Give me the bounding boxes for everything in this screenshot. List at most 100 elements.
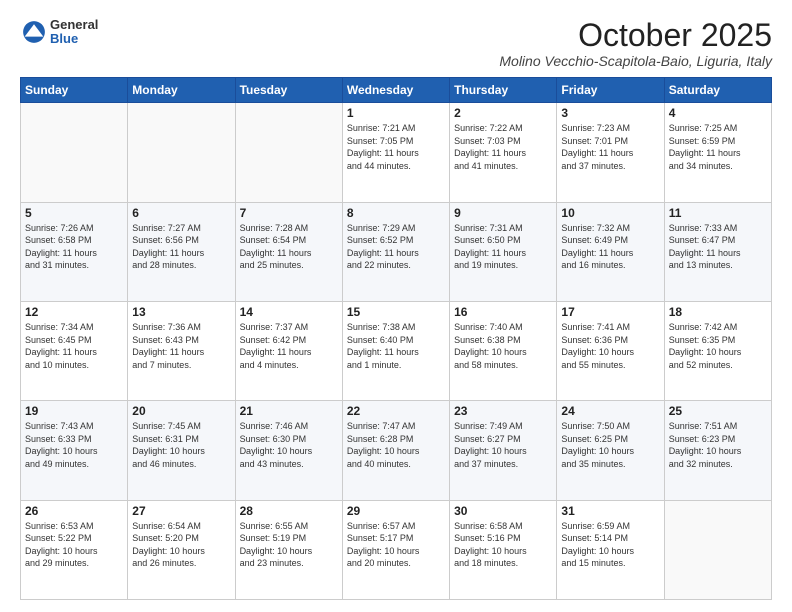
day-info: Sunrise: 7:22 AMSunset: 7:03 PMDaylight:… xyxy=(454,122,552,172)
day-info: Sunrise: 7:36 AMSunset: 6:43 PMDaylight:… xyxy=(132,321,230,371)
table-row: 25 Sunrise: 7:51 AMSunset: 6:23 PMDayligh… xyxy=(664,401,771,500)
page-header: General Blue October 2025 Molino Vecchio… xyxy=(20,18,772,69)
day-number: 17 xyxy=(561,305,659,319)
logo-general: General xyxy=(50,18,98,32)
calendar-table: Sunday Monday Tuesday Wednesday Thursday… xyxy=(20,77,772,600)
col-monday: Monday xyxy=(128,78,235,103)
title-block: October 2025 Molino Vecchio-Scapitola-Ba… xyxy=(499,18,772,69)
logo-blue: Blue xyxy=(50,32,98,46)
day-info: Sunrise: 7:47 AMSunset: 6:28 PMDaylight:… xyxy=(347,420,445,470)
table-row: 28Sunrise: 6:55 AMSunset: 5:19 PMDayligh… xyxy=(235,500,342,599)
day-number: 21 xyxy=(240,404,338,418)
table-row: 21 Sunrise: 7:46 AMSunset: 6:30 PMDayligh… xyxy=(235,401,342,500)
day-number: 3 xyxy=(561,106,659,120)
table-row xyxy=(21,103,128,202)
day-info: Sunrise: 7:27 AMSunset: 6:56 PMDaylight:… xyxy=(132,222,230,272)
table-row: 22 Sunrise: 7:47 AMSunset: 6:28 PMDayligh… xyxy=(342,401,449,500)
col-saturday: Saturday xyxy=(664,78,771,103)
calendar-page: General Blue October 2025 Molino Vecchio… xyxy=(0,0,792,612)
logo-icon xyxy=(20,18,48,46)
day-number: 25 xyxy=(669,404,767,418)
table-row: 9Sunrise: 7:31 AMSunset: 6:50 PMDaylight… xyxy=(450,202,557,301)
day-number: 13 xyxy=(132,305,230,319)
day-info: Sunrise: 7:21 AMSunset: 7:05 PMDaylight:… xyxy=(347,122,445,172)
day-info: Sunrise: 7:46 AMSunset: 6:30 PMDaylight:… xyxy=(240,420,338,470)
table-row: 26 Sunrise: 6:53 AMSunset: 5:22 PMDayligh… xyxy=(21,500,128,599)
day-number: 22 xyxy=(347,404,445,418)
table-row: 16Sunrise: 7:40 AMSunset: 6:38 PMDayligh… xyxy=(450,301,557,400)
day-info: Sunrise: 7:33 AMSunset: 6:47 PMDaylight:… xyxy=(669,222,767,272)
day-info: Sunrise: 7:51 AMSunset: 6:23 PMDaylight:… xyxy=(669,420,767,470)
month-title: October 2025 xyxy=(499,18,772,53)
day-info: Sunrise: 7:38 AMSunset: 6:40 PMDaylight:… xyxy=(347,321,445,371)
day-info: Sunrise: 7:37 AMSunset: 6:42 PMDaylight:… xyxy=(240,321,338,371)
day-number: 10 xyxy=(561,206,659,220)
table-row: 31Sunrise: 6:59 AMSunset: 5:14 PMDayligh… xyxy=(557,500,664,599)
table-row xyxy=(664,500,771,599)
calendar-week-row: 26 Sunrise: 6:53 AMSunset: 5:22 PMDayligh… xyxy=(21,500,772,599)
table-row: 6Sunrise: 7:27 AMSunset: 6:56 PMDaylight… xyxy=(128,202,235,301)
table-row xyxy=(128,103,235,202)
col-wednesday: Wednesday xyxy=(342,78,449,103)
day-number: 26 xyxy=(25,504,123,518)
table-row: 24 Sunrise: 7:50 AMSunset: 6:25 PMDayligh… xyxy=(557,401,664,500)
table-row: 7 Sunrise: 7:28 AMSunset: 6:54 PMDaylight… xyxy=(235,202,342,301)
table-row: 4 Sunrise: 7:25 AMSunset: 6:59 PMDaylight… xyxy=(664,103,771,202)
day-info: Sunrise: 7:34 AMSunset: 6:45 PMDaylight:… xyxy=(25,321,123,371)
col-sunday: Sunday xyxy=(21,78,128,103)
table-row: 12Sunrise: 7:34 AMSunset: 6:45 PMDayligh… xyxy=(21,301,128,400)
table-row xyxy=(235,103,342,202)
day-info: Sunrise: 7:42 AMSunset: 6:35 PMDaylight:… xyxy=(669,321,767,371)
day-info: Sunrise: 7:25 AMSunset: 6:59 PMDaylight:… xyxy=(669,122,767,172)
day-number: 2 xyxy=(454,106,552,120)
calendar-week-row: 5Sunrise: 7:26 AMSunset: 6:58 PMDaylight… xyxy=(21,202,772,301)
day-number: 5 xyxy=(25,206,123,220)
col-friday: Friday xyxy=(557,78,664,103)
day-number: 20 xyxy=(132,404,230,418)
calendar-week-row: 19 Sunrise: 7:43 AMSunset: 6:33 PMDayligh… xyxy=(21,401,772,500)
col-thursday: Thursday xyxy=(450,78,557,103)
table-row: 11 Sunrise: 7:33 AMSunset: 6:47 PMDayligh… xyxy=(664,202,771,301)
table-row: 2 Sunrise: 7:22 AMSunset: 7:03 PMDaylight… xyxy=(450,103,557,202)
day-number: 15 xyxy=(347,305,445,319)
day-info: Sunrise: 7:50 AMSunset: 6:25 PMDaylight:… xyxy=(561,420,659,470)
table-row: 23Sunrise: 7:49 AMSunset: 6:27 PMDayligh… xyxy=(450,401,557,500)
day-number: 4 xyxy=(669,106,767,120)
table-row: 18 Sunrise: 7:42 AMSunset: 6:35 PMDayligh… xyxy=(664,301,771,400)
table-row: 3Sunrise: 7:23 AMSunset: 7:01 PMDaylight… xyxy=(557,103,664,202)
day-number: 24 xyxy=(561,404,659,418)
day-number: 18 xyxy=(669,305,767,319)
logo: General Blue xyxy=(20,18,98,47)
calendar-header-row: Sunday Monday Tuesday Wednesday Thursday… xyxy=(21,78,772,103)
table-row: 13 Sunrise: 7:36 AMSunset: 6:43 PMDayligh… xyxy=(128,301,235,400)
day-number: 23 xyxy=(454,404,552,418)
table-row: 8Sunrise: 7:29 AMSunset: 6:52 PMDaylight… xyxy=(342,202,449,301)
day-info: Sunrise: 7:43 AMSunset: 6:33 PMDaylight:… xyxy=(25,420,123,470)
day-info: Sunrise: 7:40 AMSunset: 6:38 PMDaylight:… xyxy=(454,321,552,371)
table-row: 14 Sunrise: 7:37 AMSunset: 6:42 PMDayligh… xyxy=(235,301,342,400)
day-info: Sunrise: 6:53 AMSunset: 5:22 PMDaylight:… xyxy=(25,520,123,570)
day-number: 27 xyxy=(132,504,230,518)
day-number: 14 xyxy=(240,305,338,319)
table-row: 17 Sunrise: 7:41 AMSunset: 6:36 PMDayligh… xyxy=(557,301,664,400)
day-number: 29 xyxy=(347,504,445,518)
table-row: 1Sunrise: 7:21 AMSunset: 7:05 PMDaylight… xyxy=(342,103,449,202)
day-info: Sunrise: 6:55 AMSunset: 5:19 PMDaylight:… xyxy=(240,520,338,570)
day-info: Sunrise: 7:41 AMSunset: 6:36 PMDaylight:… xyxy=(561,321,659,371)
day-info: Sunrise: 6:57 AMSunset: 5:17 PMDaylight:… xyxy=(347,520,445,570)
table-row: 19 Sunrise: 7:43 AMSunset: 6:33 PMDayligh… xyxy=(21,401,128,500)
table-row: 15 Sunrise: 7:38 AMSunset: 6:40 PMDayligh… xyxy=(342,301,449,400)
table-row: 20Sunrise: 7:45 AMSunset: 6:31 PMDayligh… xyxy=(128,401,235,500)
day-info: Sunrise: 7:28 AMSunset: 6:54 PMDaylight:… xyxy=(240,222,338,272)
day-info: Sunrise: 7:29 AMSunset: 6:52 PMDaylight:… xyxy=(347,222,445,272)
day-number: 19 xyxy=(25,404,123,418)
day-info: Sunrise: 6:58 AMSunset: 5:16 PMDaylight:… xyxy=(454,520,552,570)
table-row: 27 Sunrise: 6:54 AMSunset: 5:20 PMDayligh… xyxy=(128,500,235,599)
day-number: 7 xyxy=(240,206,338,220)
calendar-week-row: 12Sunrise: 7:34 AMSunset: 6:45 PMDayligh… xyxy=(21,301,772,400)
col-tuesday: Tuesday xyxy=(235,78,342,103)
day-info: Sunrise: 6:54 AMSunset: 5:20 PMDaylight:… xyxy=(132,520,230,570)
day-number: 31 xyxy=(561,504,659,518)
location-title: Molino Vecchio-Scapitola-Baio, Liguria, … xyxy=(499,53,772,69)
day-number: 11 xyxy=(669,206,767,220)
